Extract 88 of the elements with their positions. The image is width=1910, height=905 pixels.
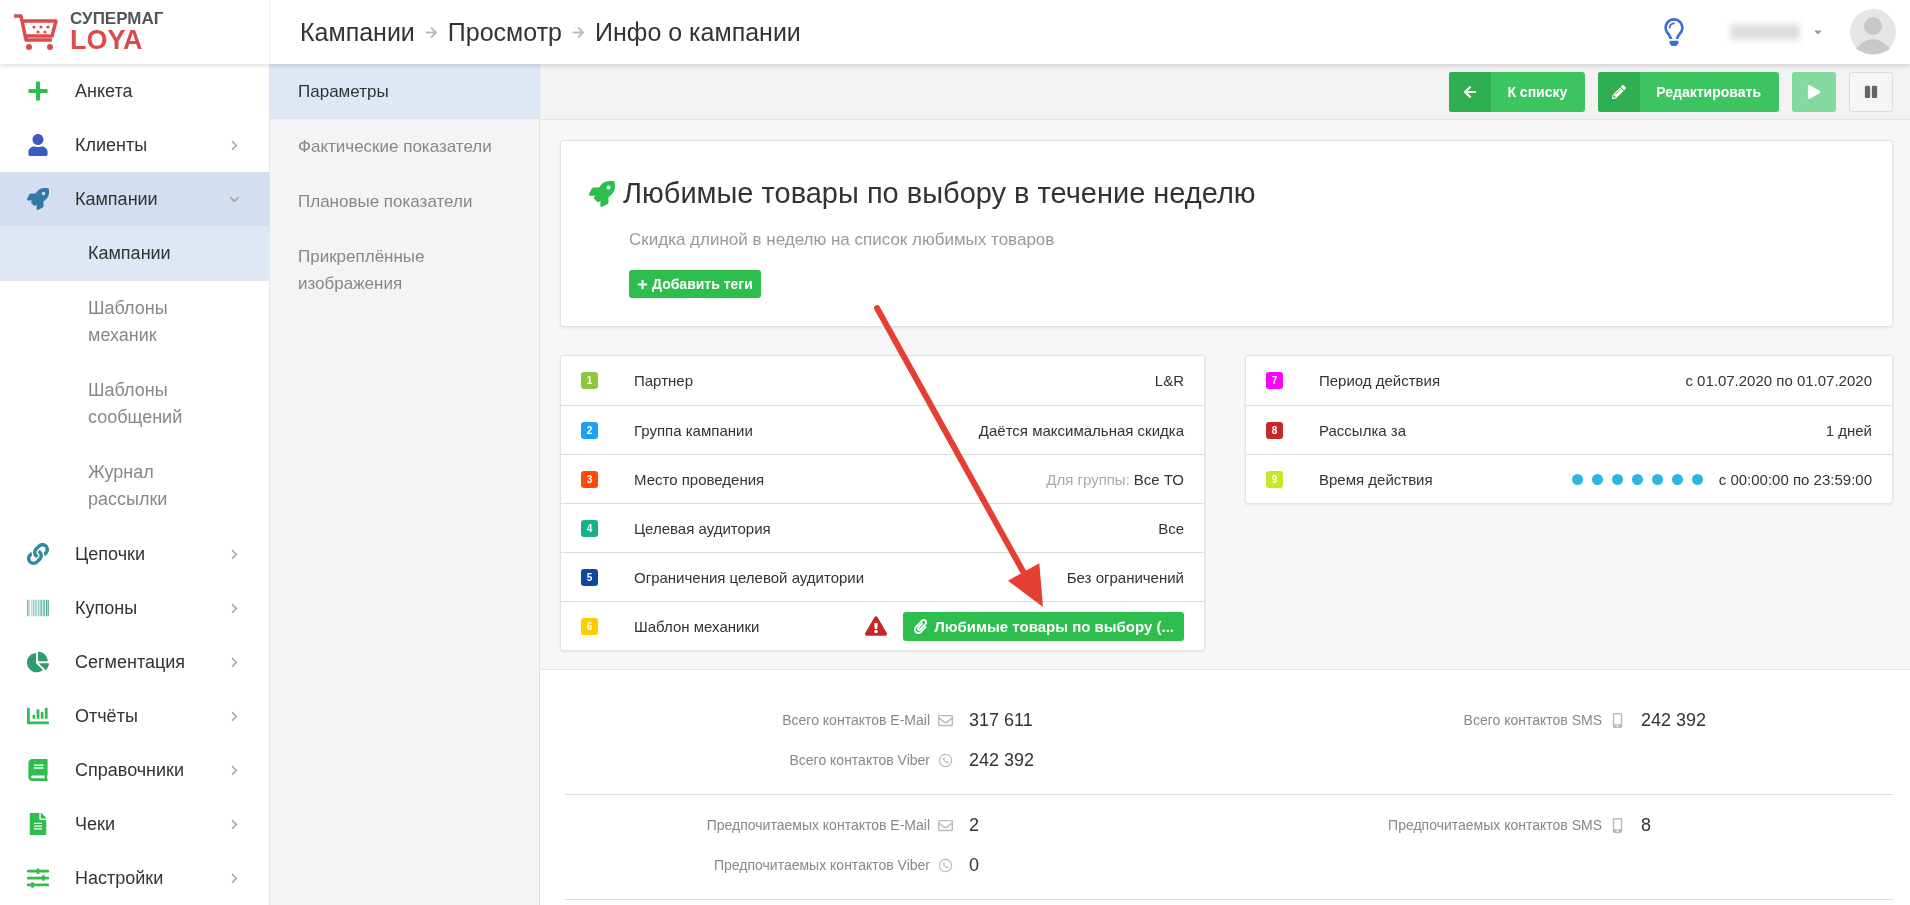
campaign-description: Скидка длиной в неделю на список любимых товаров: [629, 230, 1056, 250]
avatar-silhouette[interactable]: [1850, 9, 1896, 55]
mobile-phone-icon: [1610, 712, 1625, 728]
plus-icon: [637, 278, 648, 290]
param-value: L&R: [1154, 372, 1184, 389]
number-badge: 4: [581, 519, 598, 537]
paperclip-icon: [913, 618, 929, 634]
param-label: Партнер: [633, 372, 694, 389]
number-badge: 5: [581, 568, 598, 586]
contact-stat-label: Предпочитаемых контактов Viber: [714, 857, 930, 873]
contact-stat-label: Предпочитаемых контактов SMS: [1388, 817, 1602, 833]
campaign-title: Любимые товары по выбору в течение неделю: [623, 177, 1256, 210]
scope-label: Для группы:: [1046, 470, 1130, 488]
chevron-right-icon: [229, 139, 240, 151]
breadcrumb-arrow-icon: [572, 25, 586, 39]
chevron-right-icon: [229, 656, 240, 668]
contact-stat-label: Всего контактов Viber: [789, 752, 930, 768]
pencil-icon: [1598, 71, 1641, 112]
chevron-right-icon: [229, 764, 240, 776]
sidebar-item[interactable]: Сегментация: [0, 635, 269, 689]
param-label: Период действия: [1318, 372, 1442, 389]
sidebar-subitem[interactable]: Кампании: [0, 226, 269, 281]
sidebar-item[interactable]: Настройки: [0, 851, 269, 905]
sidebar-item[interactable]: Цепочки: [0, 527, 269, 581]
chevron-right-icon: [229, 548, 240, 560]
contact-stat-value: 8: [1640, 814, 1652, 836]
number-badge: 3: [581, 470, 598, 488]
sidebar-subitem[interactable]: Журнал рассылки: [0, 445, 269, 527]
pause-icon: [1864, 84, 1878, 99]
cart-logo-icon: [12, 12, 58, 52]
param-label: Ограничения целевой аудитории: [633, 568, 866, 586]
chevron-right-icon: [229, 602, 240, 614]
param-value: Все: [1158, 519, 1184, 537]
contact-stat-value: 317 611: [968, 709, 1034, 731]
sidebar-item[interactable]: Клиенты: [0, 118, 269, 172]
contact-stat-value: 242 392: [968, 749, 1036, 771]
contact-stat-value: 242 392: [1640, 709, 1708, 731]
number-badge: 6: [581, 617, 598, 635]
number-badge: 1: [581, 372, 598, 389]
sidebar-subitem[interactable]: Шаблоны механик: [0, 281, 269, 363]
chevron-right-icon: [229, 710, 240, 722]
pause-button[interactable]: [1849, 71, 1893, 112]
param-value: с 00:00:00 по 23:59:00: [1718, 470, 1872, 488]
contact-stat-label: Всего контактов E-Mail: [782, 712, 930, 728]
param-label: Место проведения: [633, 470, 766, 488]
phone-circle-icon: [938, 752, 953, 768]
section-nav-item[interactable]: Параметры: [270, 64, 539, 119]
param-value: Все ТО: [1133, 470, 1184, 488]
contact-stat-label: Предпочитаемых контактов E-Mail: [706, 817, 930, 833]
play-icon: [1807, 84, 1821, 99]
sidebar-item[interactable]: Анкета: [0, 64, 269, 118]
sidebar-item[interactable]: Справочники: [0, 743, 269, 797]
param-value: Даётся максимальная скидка: [978, 421, 1184, 439]
contact-stat-label: Всего контактов SMS: [1463, 712, 1602, 728]
warning-icon: [865, 615, 888, 637]
sidebar-subitem[interactable]: Шаблоны сообщений: [0, 363, 269, 445]
contact-stat-value: 2: [968, 814, 980, 836]
breadcrumb-arrow-icon: [424, 25, 438, 39]
param-label: Время действия: [1318, 470, 1434, 488]
sidebar-item[interactable]: Чеки: [0, 797, 269, 851]
logo-text: LOYA: [70, 27, 144, 54]
param-label: Целевая аудитория: [633, 519, 772, 537]
number-badge: 7: [1266, 372, 1283, 389]
param-value: с 01.07.2020 по 01.07.2020: [1685, 372, 1872, 389]
param-label: Рассылка за: [1318, 421, 1407, 439]
rocket-icon: [589, 180, 615, 207]
param-label: Шаблон механики: [633, 617, 761, 635]
sidebar-item[interactable]: Кампании: [0, 172, 269, 226]
sidebar-item[interactable]: Купоны: [0, 581, 269, 635]
mobile-phone-icon: [1610, 817, 1625, 833]
breadcrumb[interactable]: Кампании: [300, 17, 415, 47]
contact-stat-value: 0: [968, 854, 980, 876]
arrow-left-icon: [1449, 71, 1492, 112]
chevron-right-icon: [229, 818, 240, 830]
sidebar-item[interactable]: Отчёты: [0, 689, 269, 743]
number-badge: 2: [581, 421, 598, 439]
envelope-icon: [938, 712, 953, 728]
envelope-icon: [938, 817, 953, 833]
param-value: Без ограничений: [1066, 568, 1184, 586]
breadcrumb: Инфо о кампании: [595, 17, 801, 47]
param-label: Группа кампании: [633, 421, 754, 439]
phone-circle-icon: [938, 857, 953, 873]
breadcrumb[interactable]: Просмотр: [447, 17, 563, 47]
number-badge: 9: [1266, 470, 1283, 488]
param-value: 1 дней: [1825, 421, 1872, 439]
logo-text: СУПЕРМАГ: [70, 10, 164, 27]
number-badge: 8: [1266, 421, 1283, 439]
chevron-right-icon: [229, 872, 240, 884]
